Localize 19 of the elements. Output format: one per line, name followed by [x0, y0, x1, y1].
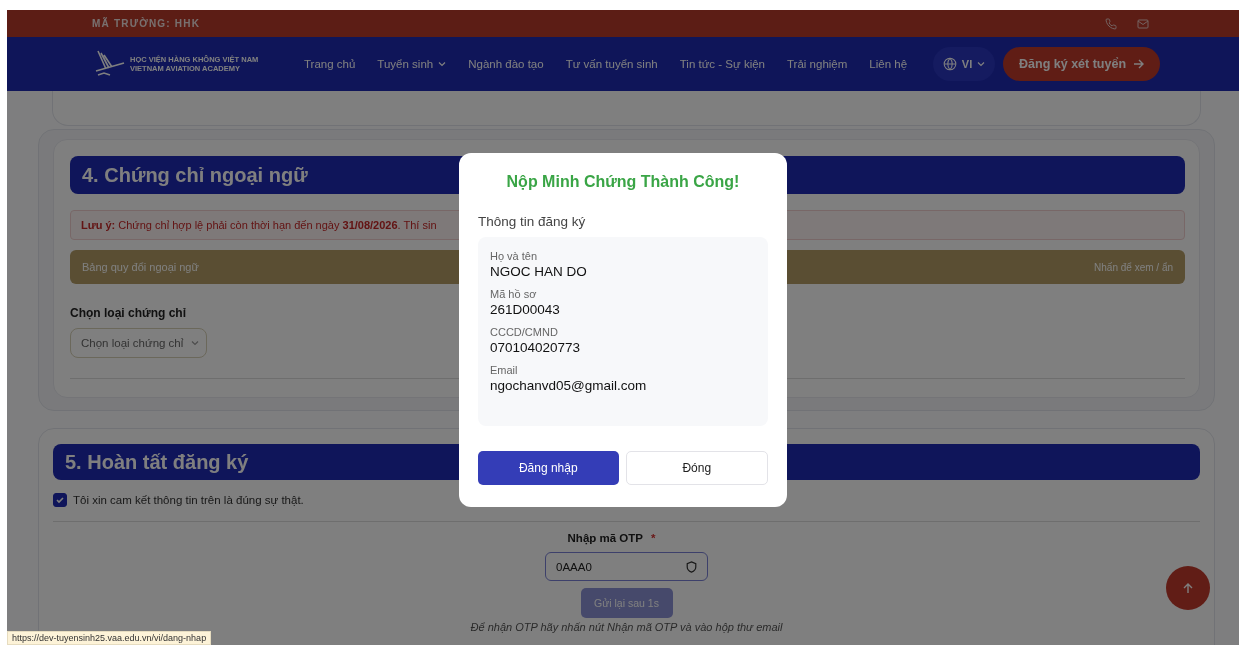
info-label: CCCD/CMND [490, 326, 559, 338]
school-code: MÃ TRƯỜNG: HHK [92, 18, 201, 29]
dialog-title: Nộp Minh Chứng Thành Công! [505, 173, 741, 191]
info-label: Email [490, 364, 519, 376]
field-label: Chọn loại chứng chỉ [70, 306, 187, 320]
info-label: Họ và tên [490, 250, 539, 262]
info-value: NGOC HAN DO [490, 264, 588, 279]
info-value: 261D00043 [490, 302, 561, 317]
info-value: 070104020773 [490, 340, 582, 355]
info-label: Mã hồ sơ [490, 288, 538, 300]
required-mark: * [650, 532, 656, 544]
otp-label: Nhập mã OTP [567, 532, 643, 544]
status-url: https://dev-tuyensinh25.vaa.edu.vn/vi/dang-nhap [7, 631, 212, 645]
conversion-table-label: Bảng quy đổi ngoại ngữ [82, 261, 199, 273]
toggle-hint: Nhấn để xem / ẩn [1094, 261, 1173, 273]
dialog-subtitle: Thông tin đăng ký [478, 214, 587, 229]
info-value: ngochanvd05@gmail.com [490, 378, 648, 393]
otp-hint: Để nhận OTP hãy nhấn nút Nhận mã OTP và vào hộp thư email [470, 621, 783, 633]
commitment-label: Tôi xin cam kết thông tin trên là đúng sự thật. [73, 494, 304, 506]
